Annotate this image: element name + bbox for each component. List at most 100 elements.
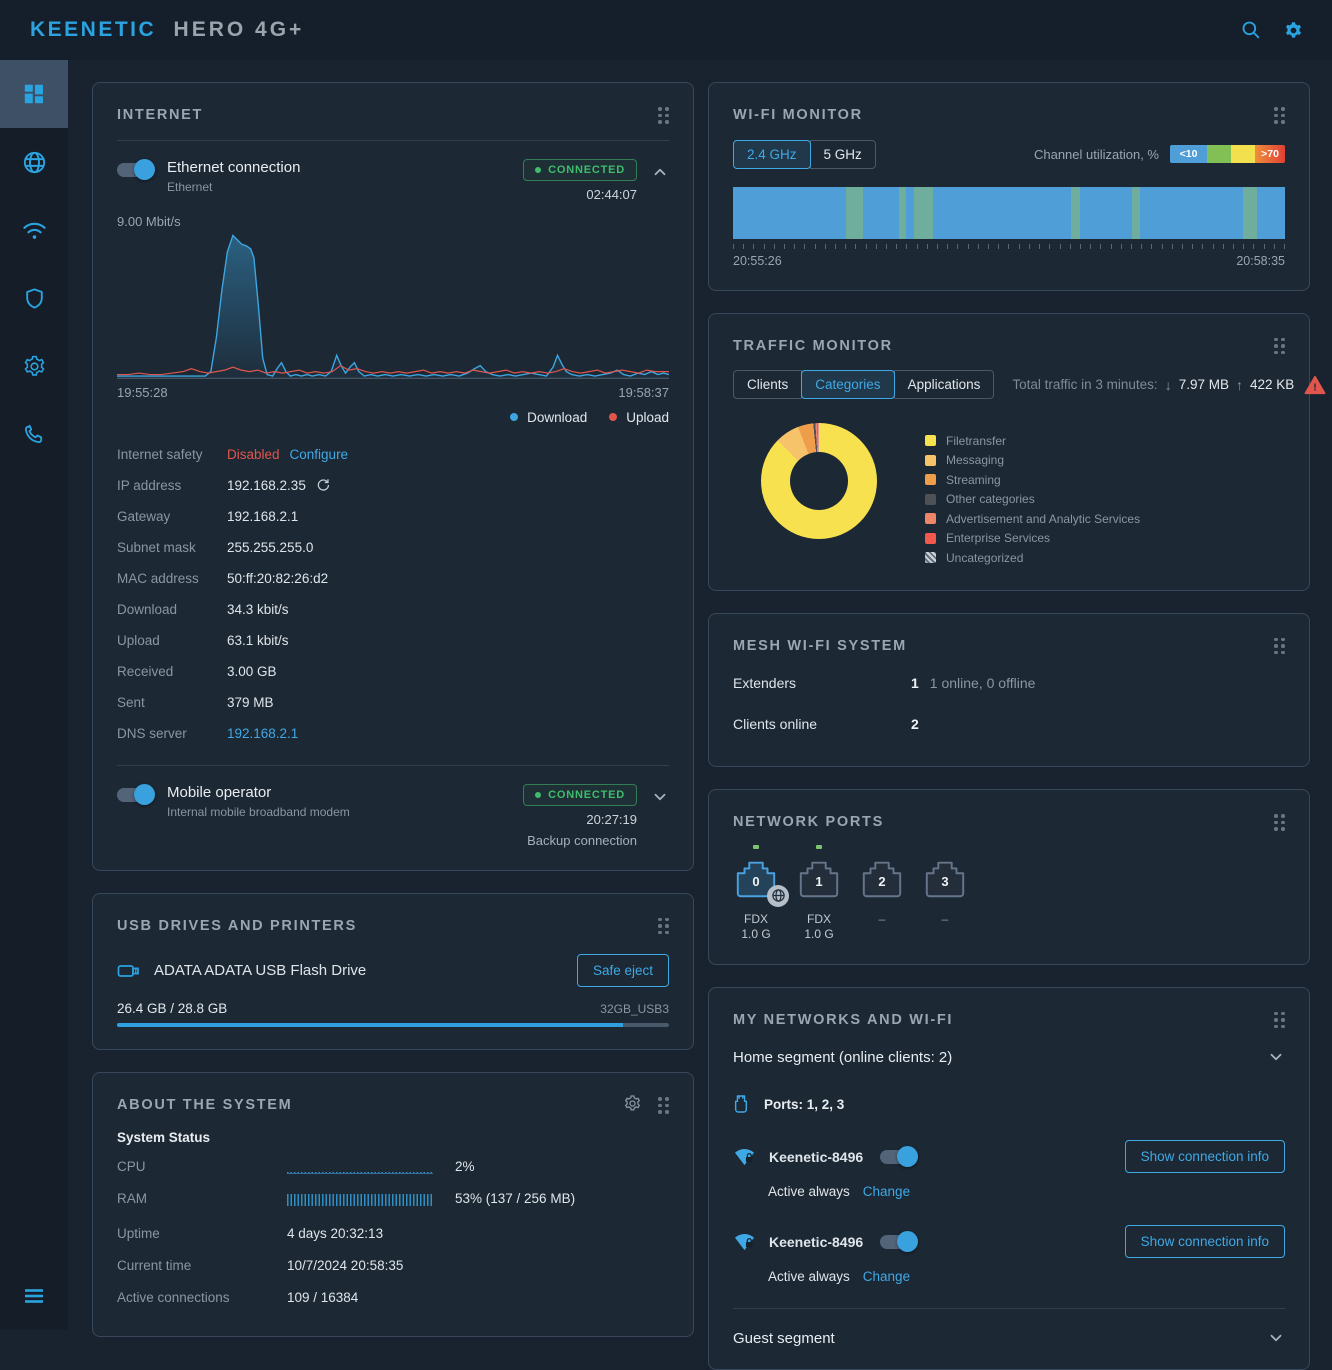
card-title-networks: MY NETWORKS AND WI-FI: [733, 1008, 953, 1028]
band-tabs: 2.4 GHz 5 GHz: [733, 140, 876, 169]
drag-handle-icon[interactable]: [1274, 810, 1285, 831]
port-activity-led: [753, 845, 759, 849]
usb-device-name: ADATA ADATA USB Flash Drive: [154, 962, 366, 979]
card-title-internet: INTERNET: [117, 103, 203, 123]
ethernet-connection-row: Ethernet connection Ethernet CONNECTED 0…: [117, 141, 669, 202]
system-info-rows: Uptime4 days 20:32:13Current time10/7/20…: [117, 1218, 669, 1314]
port-status: –: [922, 912, 968, 942]
system-info-row: Active connections109 / 16384: [117, 1282, 669, 1314]
change-link[interactable]: Change: [863, 1269, 910, 1284]
show-connection-info-button[interactable]: Show connection info: [1125, 1225, 1285, 1258]
drag-handle-icon[interactable]: [1274, 334, 1285, 355]
usb-storage-bar: [117, 1023, 669, 1027]
wifi-icon: [21, 217, 48, 244]
detail-value: 50:ff:20:82:26:d2: [227, 571, 328, 586]
detail-row: Received3.00 GB: [117, 656, 669, 687]
traffic-legend-item[interactable]: Uncategorized: [925, 548, 1140, 568]
sidebar-item-security[interactable]: [0, 264, 68, 332]
traffic-legend-item[interactable]: Messaging: [925, 451, 1140, 471]
traffic-legend-item[interactable]: Enterprise Services: [925, 529, 1140, 549]
change-link[interactable]: Change: [863, 1184, 910, 1199]
sidebar-item-wireless[interactable]: [0, 196, 68, 264]
port-number: 1: [796, 874, 842, 889]
wifi-toggle[interactable]: [880, 1150, 916, 1164]
detail-value: 255.255.255.0: [227, 540, 313, 555]
traffic-monitor-card: TRAFFIC MONITOR Clients Categories Appli…: [708, 313, 1310, 591]
segment-header[interactable]: Guest segment: [733, 1329, 1285, 1347]
drag-handle-icon[interactable]: [658, 914, 669, 935]
drag-handle-icon[interactable]: [658, 103, 669, 124]
network-port-1: 1FDX1.0 G: [796, 845, 842, 942]
traffic-legend-item[interactable]: Filetransfer: [925, 431, 1140, 451]
traffic-legend-item[interactable]: Advertisement and Analytic Services: [925, 509, 1140, 529]
segment-header[interactable]: Home segment (online clients: 2): [733, 1048, 1285, 1066]
chart-x-end: 19:58:37: [618, 385, 669, 400]
traffic-legend-item[interactable]: Other categories: [925, 490, 1140, 510]
chevron-down-icon[interactable]: [1267, 1048, 1285, 1066]
chevron-up-icon[interactable]: [651, 163, 669, 181]
status-badge: CONNECTED: [523, 784, 637, 806]
brand-primary: KEENETIC: [30, 18, 156, 41]
sidebar: [0, 60, 68, 1330]
drag-handle-icon[interactable]: [1274, 634, 1285, 655]
segment-divider: [733, 1308, 1285, 1309]
sidebar-menu-toggle[interactable]: [0, 1262, 68, 1330]
tab-categories[interactable]: Categories: [801, 370, 894, 399]
wifi-toggle[interactable]: [880, 1235, 916, 1249]
about-system-card: ABOUT THE SYSTEM System Status CPU 2% RA…: [92, 1072, 694, 1337]
sidebar-item-dashboard[interactable]: [0, 60, 68, 128]
settings-gear-icon[interactable]: [1280, 17, 1306, 43]
show-connection-info-button[interactable]: Show connection info: [1125, 1140, 1285, 1173]
card-settings-icon[interactable]: [623, 1094, 642, 1113]
chevron-down-icon[interactable]: [651, 788, 669, 806]
search-icon[interactable]: [1238, 17, 1264, 43]
warning-icon[interactable]: !: [1304, 375, 1326, 395]
port-status: –: [859, 912, 905, 942]
detail-row: Upload63.1 kbit/s: [117, 625, 669, 656]
shield-icon: [22, 286, 47, 311]
refresh-icon[interactable]: [315, 477, 331, 493]
sidebar-item-support[interactable]: [0, 400, 68, 468]
detail-value: Disabled: [227, 447, 280, 462]
sidebar-item-internet[interactable]: [0, 128, 68, 196]
ethernet-toggle[interactable]: [117, 163, 153, 177]
legend-item[interactable]: Download: [510, 410, 587, 425]
safe-eject-button[interactable]: Safe eject: [577, 954, 669, 987]
wifi-ssid: Keenetic-8496: [769, 1149, 863, 1165]
tab-2-4-ghz[interactable]: 2.4 GHz: [733, 140, 811, 169]
segment-ports-label: Ports: 1, 2, 3: [764, 1097, 844, 1112]
traffic-legend-item[interactable]: Streaming: [925, 470, 1140, 490]
legend-item[interactable]: Upload: [609, 410, 669, 425]
sidebar-item-management[interactable]: [0, 332, 68, 400]
wan-globe-icon: [767, 885, 789, 907]
detail-value[interactable]: 192.168.2.1: [227, 726, 298, 741]
ram-row: RAM 53% (137 / 256 MB): [117, 1183, 669, 1215]
utilization-color-scale: <10>70: [1170, 145, 1285, 163]
internet-traffic-chart: [117, 231, 669, 379]
port-status: FDX1.0 G: [733, 912, 779, 942]
tab-5-ghz[interactable]: 5 GHz: [810, 140, 876, 169]
chevron-down-icon[interactable]: [1267, 1329, 1285, 1347]
mobile-toggle[interactable]: [117, 788, 153, 802]
my-networks-card: MY NETWORKS AND WI-FI Home segment (onli…: [708, 987, 1310, 1370]
traffic-legend: FiletransferMessagingStreamingOther cate…: [925, 423, 1140, 568]
card-title-traffic-monitor: TRAFFIC MONITOR: [733, 334, 893, 354]
configure-link[interactable]: Configure: [290, 447, 349, 462]
system-status-heading: System Status: [117, 1130, 669, 1145]
usb-capacity-label: 26.4 GB / 28.8 GB: [117, 1001, 227, 1016]
detail-row: DNS server192.168.2.1: [117, 718, 669, 749]
tab-clients[interactable]: Clients: [733, 370, 802, 399]
usb-card: USB DRIVES AND PRINTERS ADATA ADATA USB …: [92, 893, 694, 1051]
globe-icon: [21, 149, 48, 176]
detail-value: 192.168.2.35: [227, 478, 306, 493]
traffic-down-value: 7.97 MB: [1179, 377, 1229, 392]
chart-x-start: 19:55:28: [117, 385, 168, 400]
channel-utilization-label: Channel utilization, %: [1034, 147, 1159, 162]
drag-handle-icon[interactable]: [1274, 103, 1285, 124]
connection-subtitle: Ethernet: [167, 180, 523, 194]
tab-applications[interactable]: Applications: [894, 370, 995, 399]
drag-handle-icon[interactable]: [658, 1093, 669, 1114]
detail-row: Sent379 MB: [117, 687, 669, 718]
drag-handle-icon[interactable]: [1274, 1008, 1285, 1029]
detail-value: 3.00 GB: [227, 664, 277, 679]
